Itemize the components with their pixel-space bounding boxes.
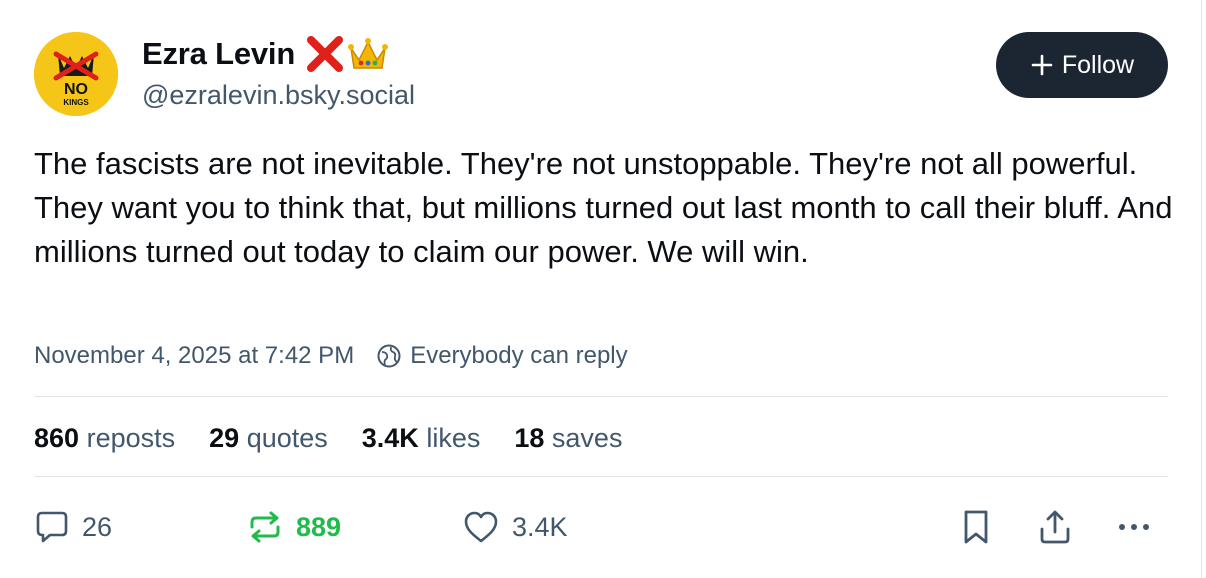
reply-count: 26 (82, 511, 113, 542)
author-name[interactable]: Ezra Levin (142, 34, 389, 74)
stat-reposts-count: 860 (34, 422, 80, 453)
more-options-button[interactable] (1114, 500, 1154, 554)
divider-bottom (34, 476, 1168, 477)
repost-button[interactable]: 889 (246, 500, 341, 554)
post-text: The fascists are not inevitable. They're… (34, 146, 1173, 269)
reply-setting-label: Everybody can reply (410, 342, 628, 369)
stat-saves-count: 18 (514, 422, 545, 453)
share-icon (1040, 510, 1070, 544)
stat-quotes-label: quotes (246, 422, 328, 453)
svg-text:NO: NO (64, 81, 88, 98)
panel-edge (1201, 0, 1202, 578)
stat-quotes[interactable]: 29 quotes (209, 423, 328, 454)
globe-icon (377, 344, 401, 368)
reply-setting[interactable]: Everybody can reply (376, 342, 628, 370)
stat-saves-label: saves (551, 422, 623, 453)
display-name[interactable]: Ezra Levin (142, 36, 295, 72)
reply-button[interactable]: 26 (34, 500, 112, 554)
heart-icon (464, 511, 498, 543)
bookmark-button[interactable] (958, 500, 994, 554)
repost-count: 889 (296, 511, 342, 542)
share-button[interactable] (1036, 500, 1074, 554)
reply-icon (36, 511, 68, 543)
author-handle[interactable]: @ezralevin.bsky.social (142, 80, 415, 111)
post-meta: November 4, 2025 at 7:42 PM Everybody ca… (34, 338, 628, 374)
stat-likes[interactable]: 3.4K likes (362, 423, 481, 454)
stat-saves[interactable]: 18 saves (514, 423, 622, 454)
more-options-icon (1119, 524, 1149, 530)
like-count: 3.4K (512, 511, 568, 542)
no-kings-logo: NO KINGS (34, 32, 118, 116)
svg-text:KINGS: KINGS (63, 98, 89, 107)
bookmark-icon (964, 510, 988, 544)
avatar[interactable]: NO KINGS (34, 32, 118, 116)
crown-icon (348, 38, 389, 69)
follow-button[interactable]: Follow (996, 32, 1168, 98)
post-actions: 26 889 3.4K (0, 500, 1206, 554)
stat-likes-label: likes (426, 422, 481, 453)
stat-reposts-label: reposts (86, 422, 176, 453)
plus-icon (1031, 54, 1053, 76)
post-timestamp[interactable]: November 4, 2025 at 7:42 PM (34, 342, 354, 370)
post-stats: 860 reposts 29 quotes 3.4K likes 18 save… (34, 418, 656, 458)
stat-likes-count: 3.4K (361, 422, 419, 453)
divider-top (34, 396, 1168, 397)
stat-quotes-count: 29 (209, 422, 240, 453)
red-x-icon (307, 36, 344, 72)
follow-label: Follow (1061, 50, 1135, 79)
name-badges (305, 34, 389, 74)
like-button[interactable]: 3.4K (462, 500, 568, 554)
repost-icon (250, 511, 280, 543)
stat-reposts[interactable]: 860 reposts (34, 423, 175, 454)
